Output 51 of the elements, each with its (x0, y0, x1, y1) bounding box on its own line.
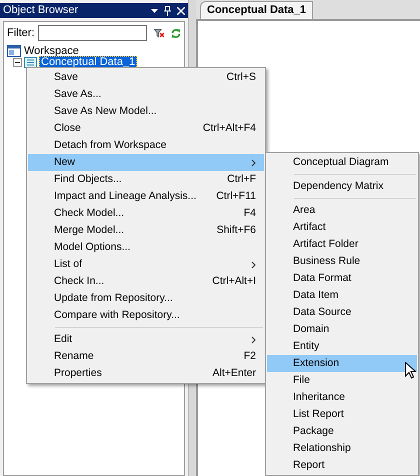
menu-item[interactable]: Conceptual Diagram (267, 154, 417, 171)
menu-item[interactable]: Package (267, 423, 417, 440)
menu-item[interactable]: Business Rule (267, 253, 417, 270)
menu-item[interactable]: List Report (267, 406, 417, 423)
menu-item[interactable]: Impact and Lineage Analysis... Ctrl+F11 (28, 188, 264, 205)
menu-item[interactable]: Data Source (267, 304, 417, 321)
menu-item[interactable]: Inheritance (267, 389, 417, 406)
menu-item[interactable]: Dependency Matrix (267, 178, 417, 195)
pin-icon[interactable] (164, 6, 171, 16)
menu-item[interactable]: New (28, 154, 264, 171)
menu-item[interactable]: Entity (267, 338, 417, 355)
menu-item[interactable]: Extension (267, 355, 417, 372)
clear-filter-icon[interactable] (154, 26, 164, 40)
menu-item[interactable]: Merge Model... Shift+F6 (28, 222, 264, 239)
filter-field[interactable] (38, 25, 146, 42)
menu-item[interactable]: Artifact Folder (267, 236, 417, 253)
refresh-icon[interactable] (171, 26, 181, 40)
menu-item[interactable]: Rename F2 (28, 348, 264, 365)
panel-title: Object Browser (3, 3, 80, 18)
model-icon (24, 56, 37, 68)
menu-item[interactable]: Report (267, 457, 417, 474)
dropdown-icon[interactable] (151, 8, 158, 12)
document-tab[interactable]: Conceptual Data_1 (200, 1, 314, 19)
tree-item[interactable]: Workspace (23, 46, 80, 56)
collapse-icon[interactable] (13, 58, 22, 66)
menu-item[interactable]: Save As... (28, 86, 264, 103)
menu-item[interactable]: Check In... Ctrl+Alt+I (28, 273, 264, 290)
menu-item[interactable]: Relationship (267, 440, 417, 457)
menu-item[interactable]: Properties Alt+Enter (28, 365, 264, 382)
menu-item[interactable]: Save Ctrl+S (28, 69, 264, 86)
menu-item[interactable]: Compare with Repository... (28, 307, 264, 324)
menu-item[interactable]: Area (267, 202, 417, 219)
menu-item[interactable]: Update from Repository... (28, 290, 264, 307)
menu-item[interactable]: Edit (28, 331, 264, 348)
workspace-icon (7, 45, 21, 57)
menu-item[interactable]: Check Model... F4 (28, 205, 264, 222)
menu-item[interactable]: Artifact (267, 219, 417, 236)
close-icon[interactable] (177, 6, 185, 14)
menu-item[interactable]: Find Objects... Ctrl+F (28, 171, 264, 188)
menu-item[interactable]: Data Item (267, 287, 417, 304)
menu-item[interactable]: Detach from Workspace (28, 137, 264, 154)
menu-item[interactable]: Close Ctrl+Alt+F4 (28, 120, 264, 137)
menu-item[interactable]: File (267, 372, 417, 389)
menu-item[interactable]: List of (28, 256, 264, 273)
menu-item[interactable]: Save As New Model... (28, 103, 264, 120)
tree-item[interactable]: Conceptual Data_1 (39, 56, 138, 68)
menu-item[interactable]: Model Options... (28, 239, 264, 256)
menu-item[interactable]: Domain (267, 321, 417, 338)
filter-label: Filter: (7, 26, 34, 41)
mouse-pointer-icon (405, 362, 416, 379)
menu-item[interactable]: Data Format (267, 270, 417, 287)
